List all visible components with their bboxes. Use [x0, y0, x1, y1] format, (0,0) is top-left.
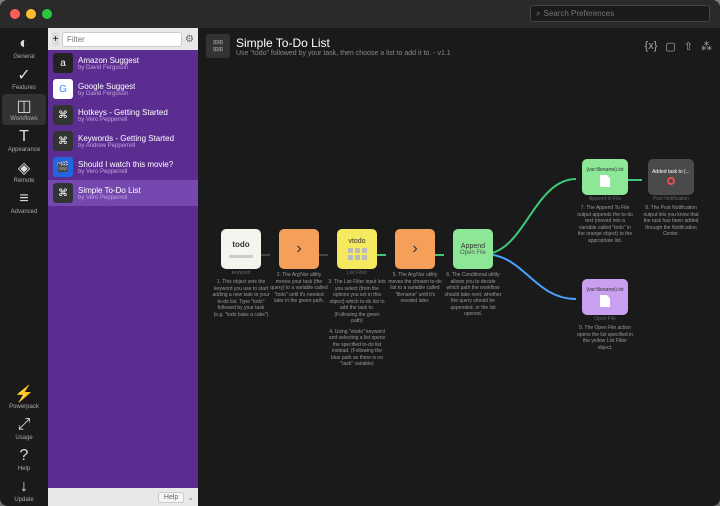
workflow-item[interactable]: aAmazon Suggestby David Ferguson	[48, 50, 198, 76]
workflow-item[interactable]: ⌘Keywords - Getting Startedby Andrew Pep…	[48, 128, 198, 154]
search-input[interactable]	[543, 9, 704, 18]
nav-remote[interactable]: ◈Remote	[2, 156, 46, 187]
workflow-item-icon: G	[53, 79, 73, 99]
nav-advanced[interactable]: ≡Advanced	[2, 187, 46, 218]
app-window: ⌕ ◐General✓Features◫WorkflowsTAppearance…	[0, 0, 720, 506]
notification-icon	[667, 177, 675, 185]
node-keyword[interactable]: todo keyword 1. This object sets the key…	[212, 229, 270, 318]
appearance-icon: T	[15, 128, 33, 146]
update-icon: ↓	[15, 478, 33, 496]
workflow-item-icon: a	[53, 53, 73, 73]
node-desc: 9. The Open File action opens the list s…	[576, 325, 634, 351]
workflow-item-icon: ⌘	[53, 183, 73, 203]
remote-icon: ◈	[15, 159, 33, 177]
node-conditional[interactable]: Append Open File 6. The Conditional util…	[444, 229, 502, 318]
node-desc: 1. This object sets the keyword you use …	[212, 279, 270, 318]
node-list-filter[interactable]: vtodo List Filter 3. The List Filter inp…	[328, 229, 386, 368]
node-argvar-1[interactable]: › 2. The Arg/Var utility moves your task…	[270, 229, 328, 305]
debug-icon[interactable]: ▢	[665, 40, 675, 53]
titlebar: ⌕	[0, 0, 720, 28]
variables-icon[interactable]: {x}	[645, 40, 658, 53]
share-icon[interactable]: ⇧	[684, 40, 693, 53]
nav-workflows[interactable]: ◫Workflows	[2, 94, 46, 125]
body: ◐General✓Features◫WorkflowsTAppearance◈R…	[0, 28, 720, 506]
node-desc: 4. Using "vtodo" keyword and selecting a…	[328, 329, 386, 368]
node-desc: 3. The List Filter input lets you select…	[328, 279, 386, 325]
node-open-file[interactable]: {var:filename}.txt Open File 9. The Open…	[576, 279, 634, 351]
workflow-item[interactable]: 🎬Should I watch this movie?by Vero Peppe…	[48, 154, 198, 180]
node-argvar-2[interactable]: › 5. The Arg/Var utility moves the chose…	[386, 229, 444, 305]
node-desc: 6. The Conditional utility allows you to…	[444, 272, 502, 318]
workflows-icon: ◫	[15, 97, 33, 115]
workflow-item[interactable]: ⌘Simple To-Do Listby Vero Pepperrell	[48, 180, 198, 206]
workflow-canvas: ⊞⊞⊞⊞ Simple To-Do List Use "todo" follow…	[198, 28, 720, 506]
workflow-icon: ⊞⊞⊞⊞	[206, 34, 230, 58]
minimize-button[interactable]	[26, 9, 36, 19]
gear-icon[interactable]: ⚙	[185, 34, 194, 45]
help-chevron-icon[interactable]: ⌄	[187, 493, 194, 502]
workflow-list-panel: + ⚙ aAmazon Suggestby David FergusonGGoo…	[48, 28, 198, 506]
workflow-item-icon: ⌘	[53, 131, 73, 151]
workflow-subtitle: Use "todo" followed by your task, then c…	[236, 50, 451, 57]
close-button[interactable]	[10, 9, 20, 19]
nav-features[interactable]: ✓Features	[2, 63, 46, 94]
file-icon	[600, 295, 610, 307]
filter-bar: + ⚙	[48, 28, 198, 50]
traffic-lights	[10, 9, 52, 19]
node-desc: 5. The Arg/Var utility moves the chosen …	[386, 272, 444, 305]
filter-input[interactable]	[62, 32, 182, 47]
advanced-icon: ≡	[15, 190, 33, 208]
features-icon: ✓	[15, 66, 33, 84]
bug-icon[interactable]: ⁂	[701, 40, 712, 53]
canvas-actions: {x} ▢ ⇧ ⁂	[645, 40, 712, 53]
node-desc: 7. The Append To File output appends the…	[576, 205, 634, 244]
nav-appearance[interactable]: TAppearance	[2, 125, 46, 156]
workflow-list: aAmazon Suggestby David FergusonGGoogle …	[48, 50, 198, 488]
nav-update[interactable]: ↓Update	[2, 475, 46, 506]
node-desc: 8. The Post Notification output lets you…	[642, 205, 700, 238]
nav-general[interactable]: ◐General	[2, 32, 46, 63]
help-button[interactable]: Help	[158, 492, 184, 503]
usage-icon: ⤢	[15, 416, 33, 434]
workflow-item-icon: ⌘	[53, 105, 73, 125]
node-notification[interactable]: Added task to {... Post Notification 8. …	[642, 159, 700, 238]
workflow-item[interactable]: GGoogle Suggestby David Ferguson	[48, 76, 198, 102]
canvas-header: ⊞⊞⊞⊞ Simple To-Do List Use "todo" follow…	[198, 28, 720, 64]
help-icon: ?	[15, 447, 33, 465]
nav-powerpack[interactable]: ⚡Powerpack	[2, 382, 46, 413]
workflow-item-icon: 🎬	[53, 157, 73, 177]
search-icon: ⌕	[536, 9, 540, 19]
node-append-file[interactable]: {var:filename}.txt Append to File 7. The…	[576, 159, 634, 244]
node-desc: 2. The Arg/Var utility moves your task (…	[270, 272, 328, 305]
file-icon	[600, 175, 610, 187]
list-footer: Help ⌄	[48, 488, 198, 506]
general-icon: ◐	[15, 35, 33, 53]
search-preferences[interactable]: ⌕	[530, 5, 710, 22]
workflow-item[interactable]: ⌘Hotkeys - Getting Startedby Vero Pepper…	[48, 102, 198, 128]
canvas-body[interactable]: todo keyword 1. This object sets the key…	[198, 64, 720, 506]
nav-help[interactable]: ?Help	[2, 444, 46, 475]
add-workflow-button[interactable]: +	[52, 32, 59, 46]
workflow-title: Simple To-Do List	[236, 36, 451, 50]
zoom-button[interactable]	[42, 9, 52, 19]
nav-sidebar: ◐General✓Features◫WorkflowsTAppearance◈R…	[0, 28, 48, 506]
powerpack-icon: ⚡	[15, 385, 33, 403]
nav-usage[interactable]: ⤢Usage	[2, 413, 46, 444]
